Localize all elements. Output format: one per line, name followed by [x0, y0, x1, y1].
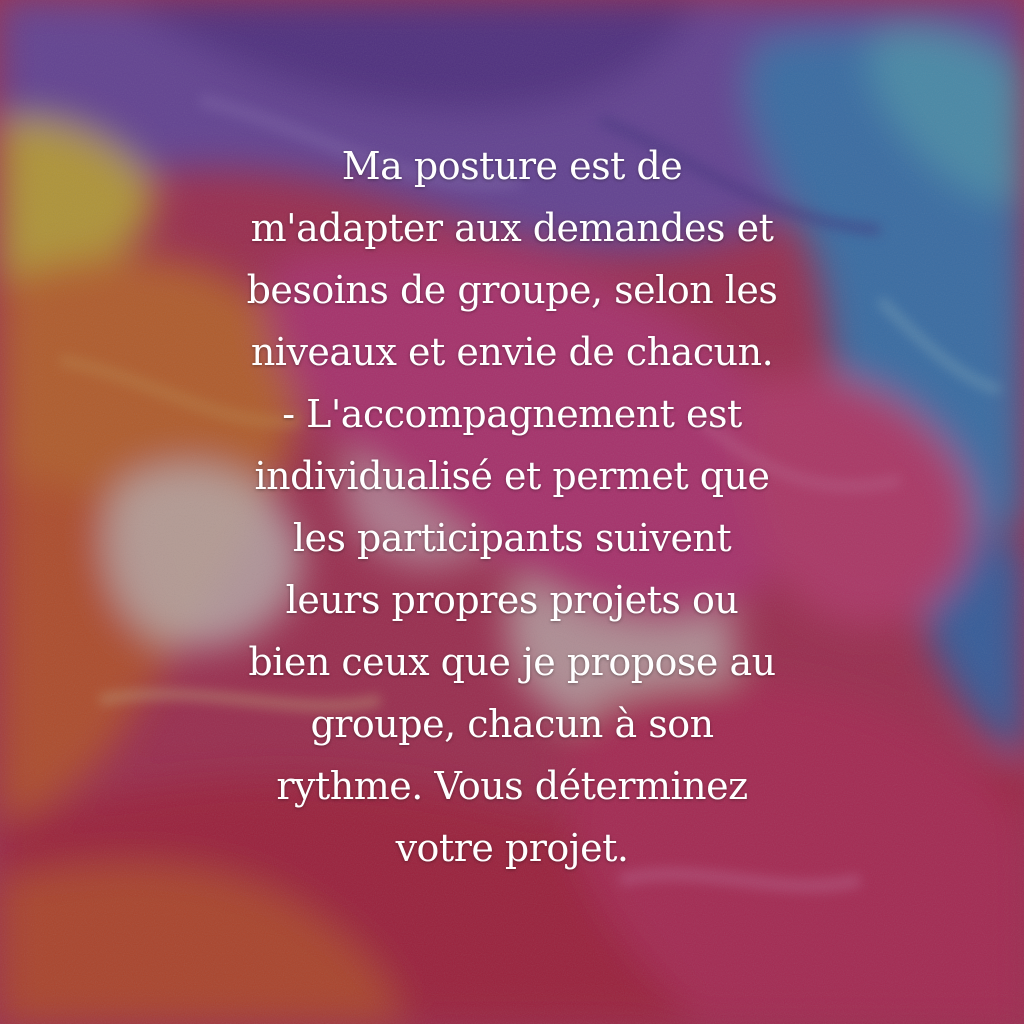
- quote-line: votre projet.: [395, 826, 629, 870]
- quote-line: besoins de groupe, selon les: [246, 268, 778, 312]
- quote-line: bien ceux que je propose au: [248, 640, 776, 684]
- quote-line: m'adapter aux demandes et: [250, 206, 774, 250]
- quote-line: leurs propres projets ou: [285, 578, 739, 622]
- quote-line: - L'accompagnement est: [282, 392, 742, 436]
- quote-text: Ma posture est de m'adapter aux demandes…: [212, 135, 812, 879]
- quote-card: Ma posture est de m'adapter aux demandes…: [0, 0, 1024, 1024]
- quote-line: Ma posture est de: [341, 144, 683, 188]
- quote-line: niveaux et envie de chacun.: [250, 330, 774, 374]
- quote-line: groupe, chacun à son: [310, 702, 714, 746]
- quote-line: les participants suivent: [292, 516, 732, 560]
- quote-container: Ma posture est de m'adapter aux demandes…: [212, 135, 812, 885]
- quote-line: rythme. Vous déterminez: [276, 764, 748, 808]
- quote-line: individualisé et permet que: [254, 454, 770, 498]
